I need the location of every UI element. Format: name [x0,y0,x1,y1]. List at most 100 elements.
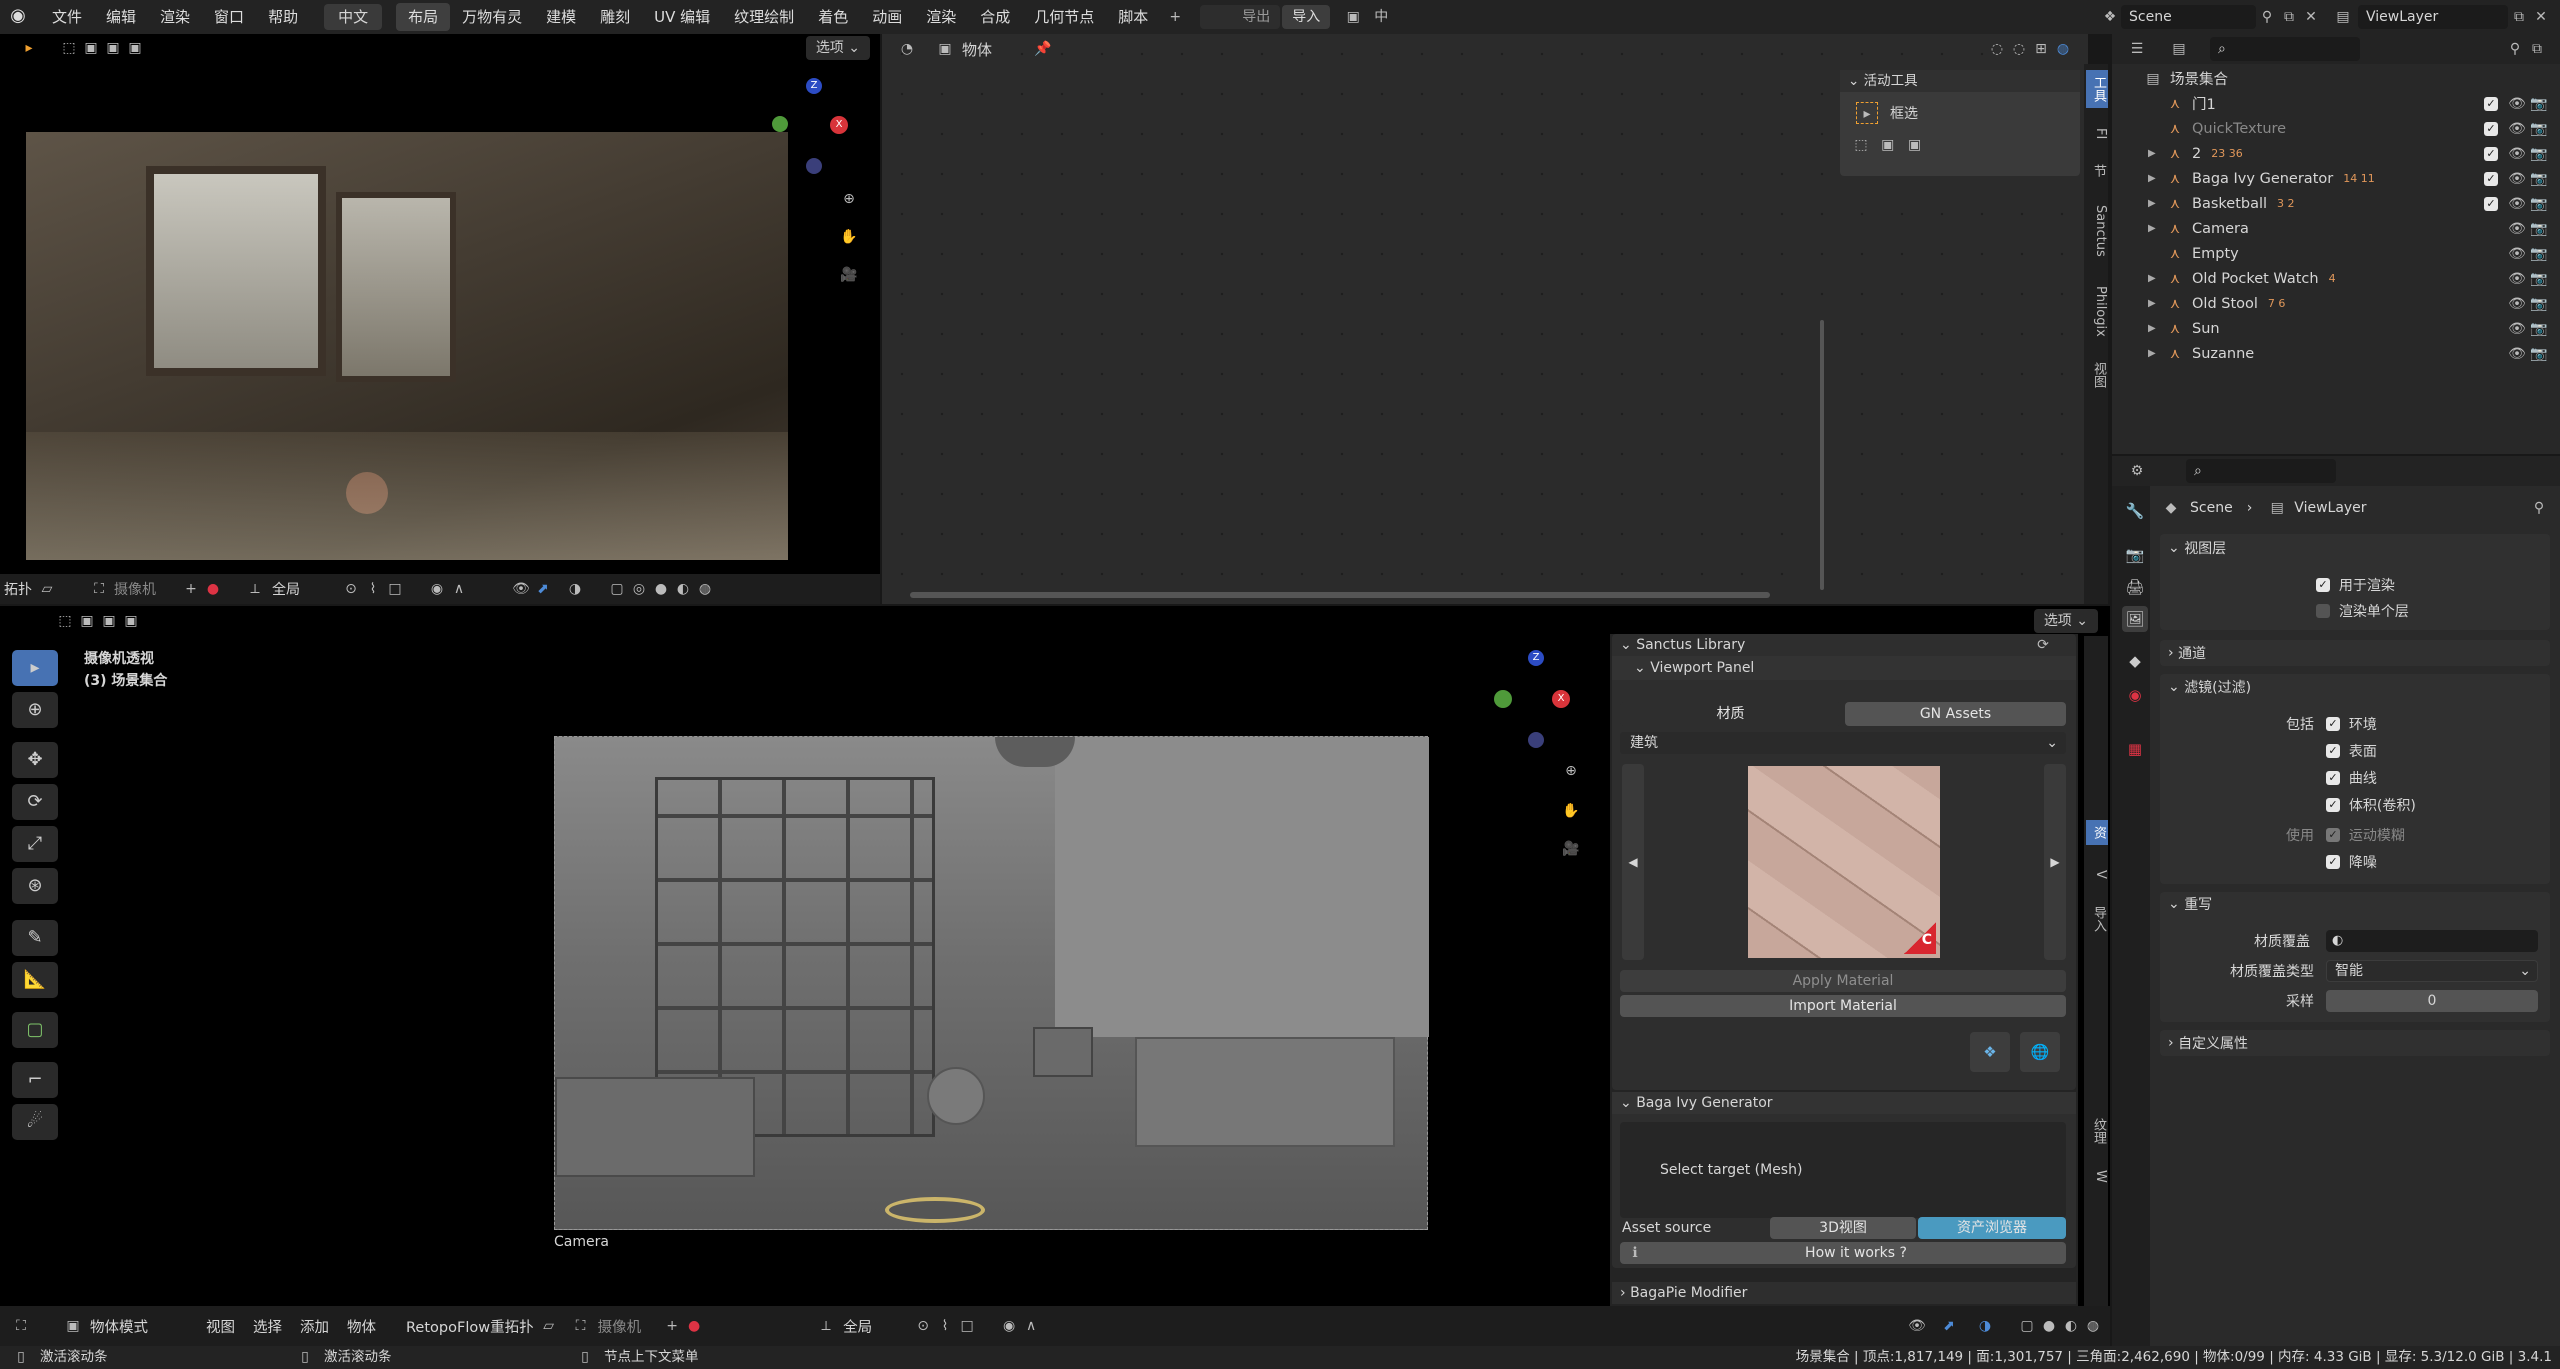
camera-view-icon[interactable]: 🎥 [838,264,860,286]
outliner-item[interactable]: ▶ ⋏ 2 23 36 ✓ 👁 📷 [2114,141,2554,166]
preview-left-arrow[interactable]: ◀ [1622,764,1644,960]
view-layer-field[interactable]: ViewLayer [2358,5,2508,29]
camera-frame[interactable] [554,736,1429,1230]
render-camera-icon[interactable]: 📷 [2528,268,2550,290]
bottom-snap-icon[interactable]: ⌇ [934,1315,956,1337]
tab-shading[interactable]: 着色 [806,3,860,31]
outliner-item[interactable]: ▶⋏Camera✓👁📷 [2114,216,2554,241]
bottom-gizmo-icon[interactable]: ⬈ [1938,1315,1960,1337]
render-camera-icon[interactable]: 📷 [2528,143,2550,165]
filter-header[interactable]: ⌄ 滤镜(过滤) [2168,676,2251,698]
editor-type-icon[interactable]: ◔ [896,38,918,60]
pivot-icon[interactable]: ⊙ [340,578,362,600]
source-3d-view[interactable]: 3D视图 [1770,1217,1916,1239]
nav-gizmo-top[interactable]: Z X [770,74,860,184]
gizmo-toggle-icon[interactable]: ⬈ [532,578,554,600]
expand-arrow-icon[interactable]: ▶ [2148,198,2162,209]
vp-select-new-icon[interactable]: ▣ [76,610,98,632]
bottom-overlay-icon[interactable]: ◑ [1974,1315,1996,1337]
render-camera-icon[interactable]: 📷 [2528,93,2550,115]
options-dropdown[interactable]: 选项 ⌄ [805,36,870,60]
tab-modeling[interactable]: 建模 [534,3,588,31]
measure-tool-button[interactable]: 📐 [12,962,58,998]
cursor-tool-button[interactable]: ⊕ [12,692,58,728]
expand-arrow-icon[interactable]: ▶ [2148,298,2162,309]
quick-tool-button[interactable]: ☄ [12,1104,58,1140]
tab-animation[interactable]: 动画 [860,3,914,31]
curves-check[interactable]: ✓ [2326,771,2340,785]
main-pan-icon[interactable]: ✋ [1560,800,1582,822]
tab-scripting[interactable]: 脚本 [1106,3,1160,31]
eye-icon[interactable]: 👁 [2506,143,2528,165]
delete-layer-icon[interactable]: ✕ [2530,6,2552,28]
material-shading-icon[interactable]: ◐ [672,578,694,600]
menu-view[interactable]: 视图 [206,1316,235,1337]
eye-icon[interactable]: 👁 [2506,243,2528,265]
rendered-shading-icon[interactable]: ◍ [694,578,716,600]
snap-target-icon[interactable]: □ [384,578,406,600]
select-tool-icon[interactable]: ▸ [18,37,40,59]
proportional-icon[interactable]: ◉ [426,578,448,600]
new-layer-icon[interactable]: ⧉ [2508,6,2530,28]
expand-arrow-icon[interactable]: ▶ [2148,148,2162,159]
language-button[interactable]: 中文 [324,4,383,30]
exclude-checkbox[interactable]: ✓ [2484,96,2498,111]
texture-props-icon[interactable]: ▦ [2122,736,2148,762]
sanctus-refresh-icon[interactable]: ⟳ [2032,634,2054,656]
tab-tool[interactable]: 工具 [2086,70,2108,108]
material-thumbnail[interactable]: C [1748,766,1940,958]
rotate-tool-button[interactable]: ⟳ [12,784,58,820]
bottom-mesh-icon[interactable]: ▱ [538,1315,560,1337]
outliner-item[interactable]: ⋏ QuickTexture ✓ 👁 📷 [2114,116,2554,141]
render-camera-icon[interactable]: 📷 [2528,118,2550,140]
outliner-filter-icon[interactable]: ⚲ [2504,38,2526,60]
import-material-button[interactable]: Import Material [1620,995,2066,1017]
vp-options-dropdown[interactable]: 选项 ⌄ [2033,609,2098,633]
world-props-icon[interactable]: ◉ [2122,682,2148,708]
node-arrange-icon[interactable]: ⊞ [2030,38,2052,60]
vp-select-subtract-icon[interactable]: ▣ [120,610,142,632]
transform-orientation-icon[interactable]: ⟂ [244,578,266,600]
tab-philogix[interactable]: Philogix [2086,286,2108,337]
overlay-icon[interactable]: ◑ [564,578,586,600]
outliner-item[interactable]: ⋏ 门1 ✓ 👁 📷 [2114,91,2554,116]
tab-sanctus[interactable]: Sanctus [2086,205,2108,257]
tab-geometry-nodes[interactable]: 几何节点 [1022,3,1106,31]
expand-arrow-icon[interactable]: ▶ [2148,273,2162,284]
use-render-checkbox[interactable]: ✓ 用于渲染 [2316,574,2395,596]
eye-icon[interactable]: 👁 [2506,343,2528,365]
menu-render[interactable]: 渲染 [148,2,202,32]
baga-header[interactable]: ⌄ Baga Ivy Generator [1612,1092,2076,1114]
bottom-camera-lock-icon[interactable]: ⛶ [570,1315,592,1337]
wire-shading-icon[interactable]: ◎ [628,578,650,600]
outliner-item[interactable]: ▶⋏Old Stool7 6✓👁📷 [2114,291,2554,316]
surface-check[interactable]: ✓ [2326,744,2340,758]
override-header[interactable]: ⌄ 重写 [2168,893,2212,915]
select-box-icon[interactable]: ⬚ [58,37,80,59]
bottom-snap-target-icon[interactable]: □ [956,1315,978,1337]
mode-new-icon[interactable]: ⬚ [1850,134,1872,156]
main-zoom-icon[interactable]: ⊕ [1560,760,1582,782]
exclude-checkbox[interactable]: ✓ [2484,196,2498,211]
tab-view[interactable]: 视图 [2086,362,2108,388]
object-mode-dropdown[interactable]: 物体模式 [90,1316,190,1337]
eye-icon[interactable]: 👁 [2506,193,2528,215]
mat-override-field[interactable]: ◐ [2326,930,2538,952]
how-it-works-button[interactable]: ℹ How it works ? [1620,1242,2066,1264]
camera-lock-icon[interactable]: ⛶ [88,578,110,600]
properties-pin-icon[interactable]: ⚲ [2528,497,2550,519]
passes-header[interactable]: › 通道 [2168,642,2206,664]
visibility-icon[interactable]: 👁 [510,578,532,600]
render-camera-icon[interactable]: 📷 [2528,168,2550,190]
box-select-tool-icon[interactable]: ▸ [1856,102,1878,124]
exclude-checkbox[interactable]: ✓ [2484,146,2498,161]
new-scene-icon[interactable]: ⧉ [2278,6,2300,28]
tab-sculpt[interactable]: 雕刻 [588,3,642,31]
select-tool-button[interactable]: ▸ [12,650,58,686]
tool-settings-icon[interactable]: 🔧 [2122,498,2148,524]
tab-node[interactable]: 节 [2086,164,2108,177]
use-render-check[interactable]: ✓ [2316,578,2330,592]
mat-override-type-dropdown[interactable]: 智能 ⌄ [2326,960,2538,982]
tab-material[interactable]: 材质 [1620,702,1841,726]
samples-field[interactable]: 0 [2326,990,2538,1012]
